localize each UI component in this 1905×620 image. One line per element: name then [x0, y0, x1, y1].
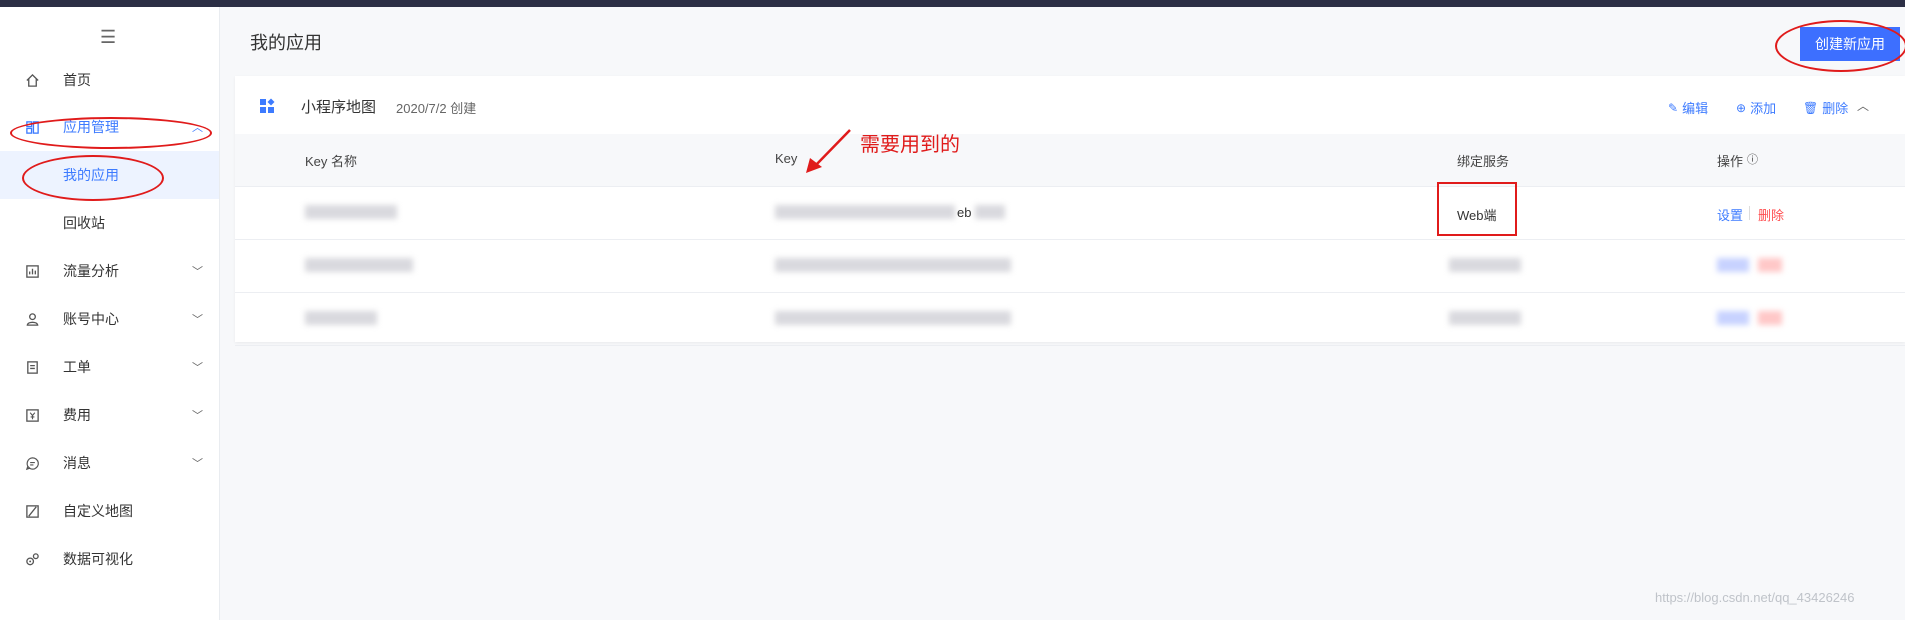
key-value-suffix: eb	[957, 205, 972, 220]
settings-link-redacted[interactable]	[1717, 258, 1749, 272]
sidebar-item-label: 流量分析	[63, 263, 119, 279]
add-key-button[interactable]: ⊕ 添加	[1736, 98, 1776, 117]
sidebar-item-my-apps[interactable]: 我的应用	[0, 151, 219, 199]
visualization-icon	[24, 551, 40, 567]
delete-label: 删除	[1822, 101, 1849, 116]
app-grid-icon	[259, 98, 275, 114]
bound-service-redacted	[1449, 311, 1521, 325]
sidebar-item-label: 消息	[63, 455, 91, 471]
key-value-redacted	[975, 205, 1005, 219]
sidebar-item-home[interactable]: 首页	[0, 56, 219, 104]
app-created-date: 2020/7/2 创建	[396, 101, 477, 116]
key-name-redacted	[305, 258, 413, 272]
ticket-icon	[24, 359, 40, 375]
chevron-down-icon: ﹀	[192, 458, 203, 470]
main-content: 我的应用 创建新应用 小程序地图 2020/7/2 创建 ✎ 编辑 ⊕ 添加 🗑…	[220, 7, 1905, 620]
chevron-down-icon: ﹀	[192, 314, 203, 326]
annotation-arrow	[806, 129, 851, 173]
key-value-redacted	[775, 311, 1011, 325]
chevron-up-icon: ︿	[192, 122, 203, 134]
hamburger-icon[interactable]: ☰	[100, 27, 116, 48]
grid-icon	[24, 119, 40, 135]
create-app-button[interactable]: 创建新应用	[1800, 27, 1900, 61]
sidebar-item-app-management[interactable]: 应用管理 ︿	[0, 103, 219, 151]
settings-link[interactable]: 设置	[1717, 205, 1743, 224]
sidebar-item-label: 首页	[63, 72, 91, 88]
delete-link-redacted[interactable]	[1758, 311, 1782, 325]
message-icon	[24, 455, 40, 471]
sidebar-item-label: 数据可视化	[63, 551, 133, 567]
home-icon	[24, 72, 40, 88]
edit-label: 编辑	[1682, 101, 1709, 116]
watermark: https://blog.csdn.net/qq_43426246	[1655, 590, 1855, 605]
app-card: 小程序地图 2020/7/2 创建 ✎ 编辑 ⊕ 添加 🗑 删除 ︿ Key 名…	[235, 76, 1905, 346]
bound-service-redacted	[1449, 258, 1521, 272]
table-row	[235, 293, 1905, 346]
key-value-redacted	[775, 258, 1011, 272]
annotation-text: 需要用到的	[860, 134, 960, 156]
plus-circle-icon: ⊕	[1736, 100, 1747, 115]
sidebar-item-label: 费用	[63, 407, 91, 423]
column-header: 绑定服务	[1457, 154, 1510, 169]
user-icon	[24, 311, 40, 327]
chevron-down-icon: ﹀	[192, 362, 203, 374]
sidebar-item-data-visualization[interactable]: 数据可视化	[0, 535, 219, 583]
divider	[1749, 206, 1750, 220]
sidebar-item-account-center[interactable]: 账号中心 ﹀	[0, 295, 219, 343]
chevron-up-icon[interactable]: ︿	[1857, 97, 1869, 114]
sidebar-item-label: 我的应用	[63, 167, 119, 183]
sidebar-item-label: 回收站	[63, 215, 105, 231]
trash-icon: 🗑	[1803, 100, 1819, 115]
sidebar-item-label: 自定义地图	[63, 503, 133, 519]
delete-link-redacted[interactable]	[1758, 258, 1782, 272]
sidebar-item-tickets[interactable]: 工单 ﹀	[0, 343, 219, 391]
table-header: Key 名称 Key 绑定服务 操作 ⓘ	[235, 134, 1905, 187]
delete-link[interactable]: 删除	[1758, 205, 1784, 224]
yen-icon	[24, 407, 40, 423]
column-header: 操作	[1717, 154, 1744, 169]
key-name-redacted	[305, 311, 377, 325]
sidebar: ☰ 首页 应用管理 ︿ 我的应用 回收站 流量分析 ﹀ 账号中心 ﹀ 工单 ﹀ …	[0, 7, 220, 620]
sidebar-item-label: 应用管理	[63, 119, 119, 135]
column-header: Key	[775, 151, 798, 166]
sidebar-item-messages[interactable]: 消息 ﹀	[0, 439, 219, 487]
sidebar-item-label: 工单	[63, 359, 91, 375]
delete-app-button[interactable]: 🗑 删除	[1803, 98, 1848, 117]
key-name-redacted	[305, 205, 397, 219]
settings-link-redacted[interactable]	[1717, 311, 1749, 325]
table-row: eb Web端 设置 删除	[235, 187, 1905, 240]
key-value-redacted	[775, 205, 955, 219]
sidebar-item-label: 账号中心	[63, 311, 119, 327]
chart-icon	[24, 263, 40, 279]
add-label: 添加	[1750, 101, 1777, 116]
info-icon[interactable]: ⓘ	[1747, 151, 1758, 167]
sidebar-item-custom-map[interactable]: 自定义地图	[0, 487, 219, 535]
edit-icon: ✎	[1668, 100, 1679, 115]
chevron-down-icon: ﹀	[192, 266, 203, 278]
sidebar-item-billing[interactable]: 费用 ﹀	[0, 391, 219, 439]
map-edit-icon	[24, 503, 40, 519]
table-row	[235, 240, 1905, 293]
top-bar	[0, 0, 1905, 7]
edit-app-button[interactable]: ✎ 编辑	[1668, 98, 1708, 117]
page-title: 我的应用	[250, 33, 322, 53]
app-card-header: 小程序地图 2020/7/2 创建 ✎ 编辑 ⊕ 添加 🗑 删除 ︿	[235, 76, 1905, 134]
app-name: 小程序地图	[301, 99, 377, 116]
sidebar-item-traffic-analysis[interactable]: 流量分析 ﹀	[0, 247, 219, 295]
column-header: Key 名称	[305, 154, 358, 169]
bound-service: Web端	[1457, 208, 1497, 223]
chevron-down-icon: ﹀	[192, 410, 203, 422]
sidebar-item-recycle-bin[interactable]: 回收站	[0, 199, 219, 247]
